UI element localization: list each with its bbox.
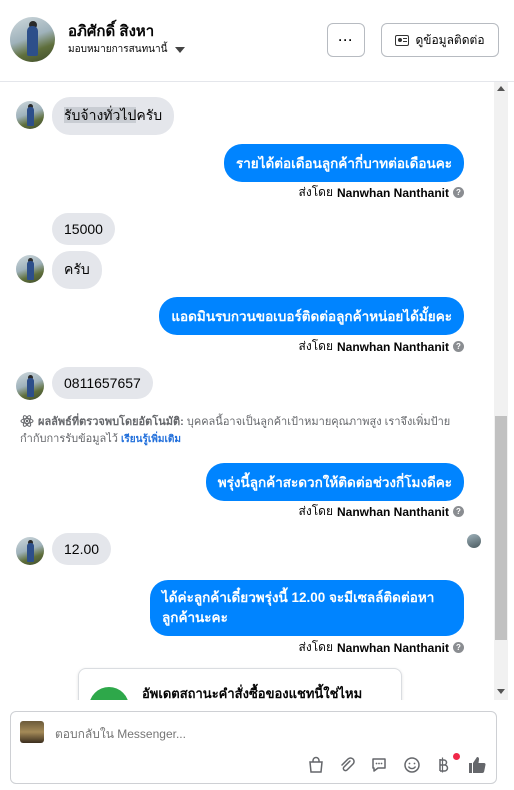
atom-icon (20, 415, 34, 427)
bag-icon[interactable] (305, 754, 327, 776)
reply-input[interactable] (55, 727, 355, 741)
order-status-title: อัพเดตสถานะคำสั่งซื้อของแชทนี้ใช่ไหม (142, 686, 363, 700)
message-text: ครับ (136, 107, 163, 123)
scrollbar-thumb[interactable] (495, 416, 507, 640)
view-contact-info-label: ดูข้อมูลติดต่อ (415, 32, 485, 47)
scroll-up-arrow-icon[interactable] (497, 86, 505, 91)
conversation-header: อภิศักดิ์ สิงหา มอบหมายการสนทนานี้ ··· ด… (0, 0, 514, 82)
highlighted-text: รับจ้างทั่วไป (64, 107, 137, 123)
incoming-message[interactable]: ครับ (52, 251, 102, 289)
outgoing-message[interactable]: รายได้ต่อเดือนลูกค้ากี่บาทต่อเดือนคะ (223, 144, 464, 182)
incoming-message[interactable]: รับจ้างทั่วไปครับ (52, 97, 175, 135)
assign-conversation-dropdown[interactable]: มอบหมายการสนทนานี้ (68, 42, 186, 57)
sender-name[interactable]: Nanwhan Nanthanit (337, 340, 449, 354)
contact-avatar[interactable] (10, 17, 55, 62)
caret-down-icon (175, 46, 186, 53)
outgoing-message[interactable]: แอดมินรบกวนขอเบอร์ติดต่อลูกค้าหน่อยได้มั… (159, 297, 464, 335)
auto-detected-lead-note: ผลลัพธ์ที่ตรวจพบโดยอัตโนมัติ: บุคคลนี้อา… (20, 414, 470, 448)
sent-by-prefix: ส่งโดย (298, 185, 333, 199)
help-icon[interactable]: ? (453, 506, 464, 517)
sent-by-line: ส่งโดย Nanwhan Nanthanit ? (299, 638, 464, 657)
sender-avatar[interactable] (16, 372, 44, 400)
sender-name[interactable]: Nanwhan Nanthanit (337, 641, 449, 655)
incoming-message[interactable]: 0811657657 (52, 367, 153, 399)
contact-name[interactable]: อภิศักดิ์ สิงหา (68, 19, 154, 43)
baht-icon[interactable] (432, 754, 454, 776)
thumbs-up-icon[interactable] (466, 754, 488, 776)
view-contact-info-button[interactable]: ดูข้อมูลติดต่อ (381, 23, 499, 57)
notification-dot (453, 753, 460, 760)
sender-name[interactable]: Nanwhan Nanthanit (337, 186, 449, 200)
thread-scrollbar[interactable] (494, 82, 508, 700)
message-composer (10, 711, 497, 784)
order-status-card[interactable]: อัพเดตสถานะคำสั่งซื้อของแชทนี้ใช่ไหม (78, 668, 402, 700)
help-icon[interactable]: ? (453, 187, 464, 198)
sender-avatar[interactable] (16, 101, 44, 129)
contact-card-icon (395, 34, 410, 46)
sender-avatar[interactable] (16, 255, 44, 283)
sender-avatar[interactable] (16, 537, 44, 565)
incoming-message[interactable]: 15000 (52, 213, 115, 245)
assign-label: มอบหมายการสนทนานี้ (68, 44, 168, 55)
sent-by-line: ส่งโดย Nanwhan Nanthanit ? (299, 337, 464, 356)
auto-note-lead: ผลลัพธ์ที่ตรวจพบโดยอัตโนมัติ: (38, 416, 184, 428)
emoji-icon[interactable] (401, 754, 423, 776)
ellipsis-icon: ··· (338, 33, 354, 47)
page-avatar (20, 721, 44, 743)
sent-by-prefix: ส่งโดย (298, 640, 333, 654)
message-thread: รับจ้างทั่วไปครับ รายได้ต่อเดือนลูกค้ากี… (0, 82, 494, 700)
sent-by-prefix: ส่งโดย (298, 504, 333, 518)
more-options-button[interactable]: ··· (327, 23, 365, 57)
outgoing-message[interactable]: พรุ่งนี้ลูกค้าสะดวกให้ติดต่อช่วงกี่โมงดี… (205, 463, 464, 501)
paperclip-icon[interactable] (336, 754, 358, 776)
sent-by-line: ส่งโดย Nanwhan Nanthanit ? (299, 183, 464, 202)
seen-avatar (467, 534, 481, 548)
sender-name[interactable]: Nanwhan Nanthanit (337, 505, 449, 519)
status-icon (89, 687, 129, 700)
help-icon[interactable]: ? (453, 341, 464, 352)
incoming-message[interactable]: 12.00 (52, 533, 112, 565)
outgoing-message[interactable]: ได้ค่ะลูกค้าเดี๋ยวพรุ่งนี้ 12.00 จะมีเซล… (150, 580, 464, 636)
scroll-down-arrow-icon[interactable] (497, 689, 505, 694)
learn-more-link[interactable]: เรียนรู้เพิ่มเติม (121, 434, 181, 445)
chat-bubble-icon[interactable] (368, 754, 390, 776)
help-icon[interactable]: ? (453, 642, 464, 653)
sent-by-line: ส่งโดย Nanwhan Nanthanit ? (299, 502, 464, 521)
sent-by-prefix: ส่งโดย (298, 339, 333, 353)
